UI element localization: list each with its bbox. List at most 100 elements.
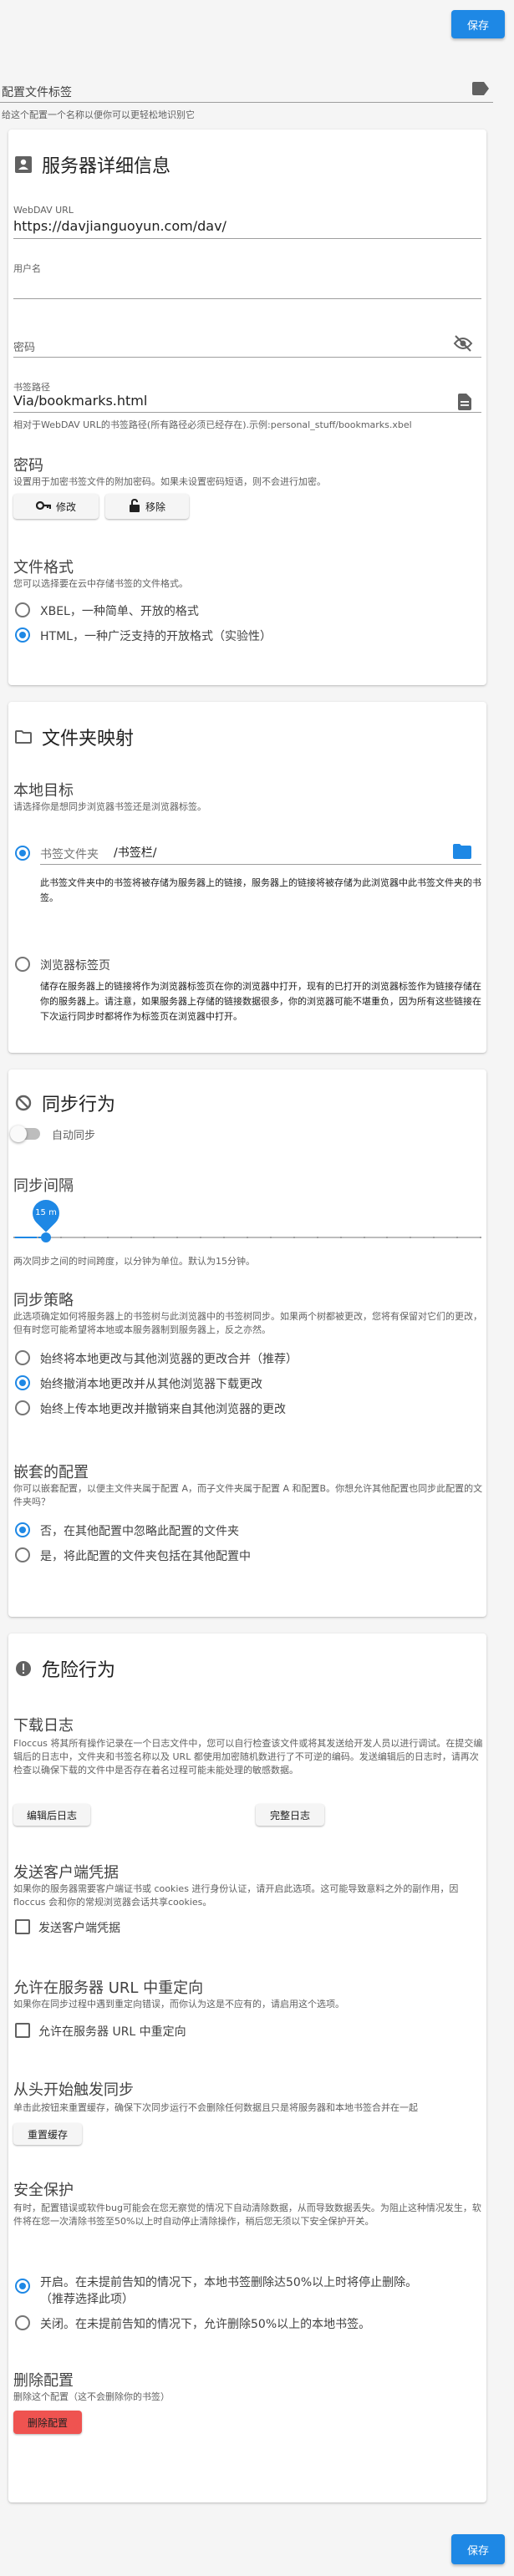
format-heading: 文件格式 bbox=[13, 559, 74, 577]
redirect-check-label: 允许在服务器 URL 中重定向 bbox=[38, 2025, 186, 2039]
redirect-checkbox[interactable] bbox=[15, 2023, 30, 2038]
interval-slider-tick bbox=[433, 1237, 435, 1238]
username-input[interactable] bbox=[13, 272, 481, 297]
browser-tabs-radio[interactable] bbox=[15, 957, 30, 972]
profile-field-underline bbox=[0, 102, 493, 103]
nested-desc: 你可以嵌套配置，以便主文件夹属于配置 A，而子文件夹属于配置 A 和配置B。你想… bbox=[13, 1483, 483, 1507]
password-desc: 设置用于加密书签文件的附加密码。如果未设置密码短语，则不会进行加密。 bbox=[13, 476, 326, 487]
reset-cache-button[interactable]: 重置缓存 bbox=[13, 2123, 82, 2145]
folder-mapping-card: 文件夹映射 本地目标 请选择你是想同步浏览器书签还是浏览器标签。 书签文件夹 /… bbox=[8, 702, 486, 1053]
remove-password-button[interactable]: 移除 bbox=[105, 494, 189, 519]
remove-password-label: 移除 bbox=[145, 500, 165, 513]
interval-desc: 两次同步之间的时间跨度，以分钟为单位。默认为15分钟。 bbox=[13, 1256, 255, 1267]
interval-slider-thumb[interactable] bbox=[41, 1232, 51, 1242]
safety-off-radio[interactable] bbox=[15, 2315, 30, 2330]
format-xbel-label: XBEL，一种简单、开放的格式 bbox=[40, 605, 199, 618]
danger-card: 危险行为 下载日志 Floccus 将其所有操作记录在一个日志文件中，您可以自行… bbox=[8, 1633, 486, 2502]
save-button-top[interactable]: 保存 bbox=[451, 10, 505, 38]
interval-slider-tick bbox=[270, 1237, 272, 1238]
strategy-merge-radio[interactable] bbox=[15, 1350, 30, 1365]
interval-slider-tick bbox=[153, 1237, 155, 1238]
password-input[interactable]: 密码 bbox=[13, 338, 35, 354]
delete-profile-button[interactable]: 删除配置 bbox=[13, 2411, 82, 2434]
auto-sync-toggle[interactable] bbox=[10, 1125, 40, 1142]
nested-no-radio[interactable] bbox=[15, 1522, 30, 1537]
username-underline bbox=[13, 298, 481, 299]
save-button-bottom[interactable]: 保存 bbox=[451, 2534, 505, 2564]
strategy-desc: 此选项确定如何将服务器上的书签树与此浏览器中的书签树同步。如果两个树都被更改，您… bbox=[13, 1311, 482, 1335]
interval-slider-tick bbox=[84, 1237, 85, 1238]
lock-open-icon bbox=[129, 498, 140, 515]
bookmark-folder-radio[interactable] bbox=[15, 846, 30, 861]
strategy-upload-label: 始终上传本地更改并撤销来自其他浏览器的更改 bbox=[40, 1403, 286, 1416]
bookmark-folder-label: 书签文件夹 bbox=[40, 848, 99, 861]
auto-sync-label: 自动同步 bbox=[52, 1130, 96, 1142]
interval-slider-tick bbox=[176, 1237, 178, 1238]
interval-slider-tick bbox=[340, 1237, 342, 1238]
interval-slider-tick bbox=[480, 1237, 481, 1238]
format-desc: 您可以选择要在云中存储书签的文件格式。 bbox=[13, 578, 188, 589]
interval-slider-tick bbox=[293, 1237, 295, 1238]
interval-heading: 同步间隔 bbox=[13, 1177, 74, 1195]
format-html-label: HTML，一种广泛支持的开放格式（实验性） bbox=[40, 630, 272, 643]
interval-slider-tick bbox=[223, 1237, 225, 1238]
eye-off-icon[interactable] bbox=[453, 335, 473, 355]
safety-on-radio[interactable] bbox=[15, 2279, 30, 2294]
interval-value-text: 15 m bbox=[35, 1208, 57, 1217]
bookmark-path-input[interactable]: Via/bookmarks.html bbox=[13, 393, 147, 409]
nested-no-label: 否，在其他配置中忽略此配置的文件夹 bbox=[40, 1525, 239, 1538]
url-label: WebDAV URL bbox=[13, 205, 74, 216]
cookies-checkbox[interactable] bbox=[15, 1919, 30, 1934]
file-document-icon bbox=[458, 394, 471, 414]
strategy-heading: 同步策略 bbox=[13, 1292, 74, 1309]
logs-desc: Floccus 将其所有操作记录在一个日志文件中，您可以自行检查该文件或将其发送… bbox=[13, 1738, 483, 1776]
interval-slider-tick bbox=[130, 1237, 132, 1238]
download-redacted-logs-button[interactable]: 编辑后日志 bbox=[13, 1804, 90, 1826]
modify-password-button[interactable]: 修改 bbox=[13, 494, 99, 519]
bookmark-path-label: 书签路径 bbox=[13, 382, 50, 393]
browser-tabs-desc: 储存在服务器上的链接将作为浏览器标签页在你的浏览器中打开，现有的已打开的浏览器标… bbox=[40, 981, 481, 1022]
delete-heading: 删除配置 bbox=[13, 2372, 74, 2390]
interval-slider-track[interactable]: 15 m bbox=[13, 1194, 481, 1242]
url-underline bbox=[13, 238, 481, 239]
local-target-heading: 本地目标 bbox=[13, 782, 74, 800]
bookmark-path-hint: 相对于WebDAV URL的书签路径(所有路径必须已经存在).示例:person… bbox=[13, 419, 412, 430]
reset-desc: 单击此按钮来重置缓存，确保下次同步运行不会删除任何数据且只是将服务器和本地书签合… bbox=[13, 2102, 418, 2113]
format-xbel-radio[interactable] bbox=[15, 602, 30, 617]
sync-behavior-card: 同步行为 自动同步 同步间隔 15 m 两次同步之间的时间跨度，以分钟为单位。默… bbox=[8, 1070, 486, 1617]
danger-title: 危险行为 bbox=[15, 1655, 115, 1682]
password-underline bbox=[13, 357, 481, 358]
strategy-upload-radio[interactable] bbox=[15, 1400, 30, 1415]
nested-yes-label: 是，将此配置的文件夹包括在其他配置中 bbox=[40, 1550, 251, 1563]
safety-on-label: 开启。在未提前告知的情况下，本地书签删除达50%以上时将停止删除。 bbox=[40, 2276, 418, 2289]
server-details-card: 服务器详细信息 WebDAV URL https://davjianguoyun… bbox=[8, 130, 486, 685]
interval-slider-tick bbox=[410, 1237, 411, 1238]
download-full-logs-button[interactable]: 完整日志 bbox=[256, 1804, 324, 1826]
interval-slider-tick bbox=[200, 1237, 201, 1238]
safety-on-label-2: （推荐选择此项） bbox=[40, 2293, 134, 2306]
modify-password-label: 修改 bbox=[55, 500, 76, 513]
danger-title-text: 危险行为 bbox=[42, 1660, 116, 1681]
server-title: 服务器详细信息 bbox=[15, 151, 170, 178]
safety-heading: 安全保护 bbox=[13, 2182, 74, 2199]
folder-outline-icon bbox=[15, 730, 32, 744]
profile-label-field[interactable]: 配置文件标签 bbox=[2, 84, 72, 100]
safety-off-label: 关闭。在未提前告知的情况下，允许删除50%以上的本地书签。 bbox=[40, 2318, 371, 2331]
url-input[interactable]: https://davjianguoyun.com/dav/ bbox=[13, 218, 226, 234]
key-icon bbox=[35, 500, 52, 514]
format-html-radio[interactable] bbox=[15, 627, 30, 643]
password-heading: 密码 bbox=[13, 457, 43, 475]
logs-heading: 下载日志 bbox=[13, 1717, 74, 1735]
redirect-desc: 如果你在同步过程中遇到重定向错误，而你认为这是不应有的，请启用这个选项。 bbox=[13, 1999, 344, 2009]
bookmark-folder-input[interactable]: /书签栏/ bbox=[114, 844, 156, 861]
account-box-icon bbox=[15, 156, 32, 173]
cookies-check-label: 发送客户端凭据 bbox=[38, 1922, 120, 1935]
sync-title: 同步行为 bbox=[15, 1090, 115, 1116]
reset-heading: 从头开始触发同步 bbox=[13, 2081, 134, 2099]
nested-yes-radio[interactable] bbox=[15, 1547, 30, 1562]
folder-icon[interactable] bbox=[453, 844, 471, 862]
cookies-heading: 发送客户端凭据 bbox=[13, 1864, 119, 1882]
strategy-download-radio[interactable] bbox=[15, 1375, 30, 1390]
bookmark-folder-desc: 此书签文件夹中的书签将被存储为服务器上的链接，服务器上的链接将被存储为此浏览器中… bbox=[40, 877, 481, 903]
safety-desc: 有时，配置错误或软件bug可能会在您无察觉的情况下自动清除数据，从而导致数据丢失… bbox=[13, 2203, 481, 2227]
